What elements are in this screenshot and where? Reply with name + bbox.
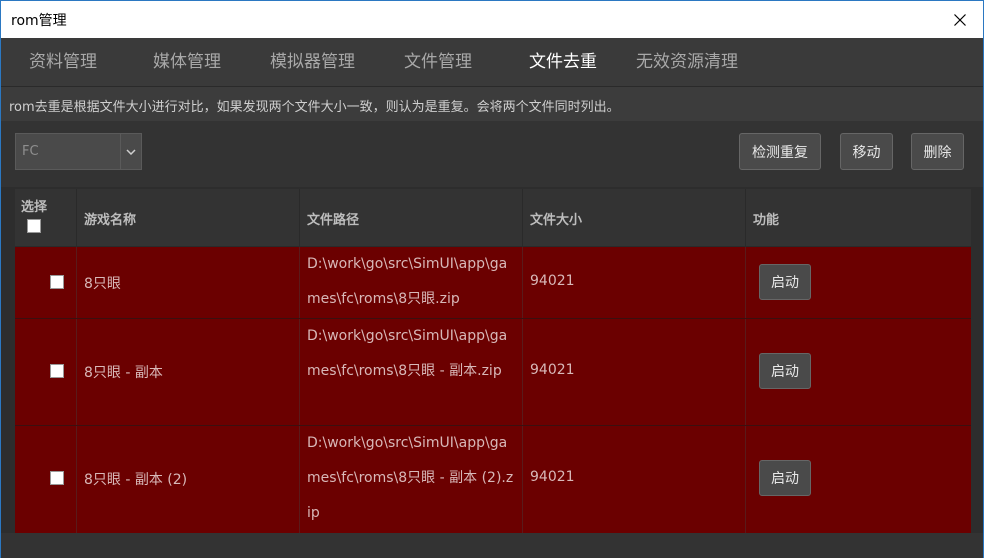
file-path: D:\work\go\src\SimUI\app\games\fc\roms\8… xyxy=(307,256,508,307)
table-row: 8只眼 - 副本 (2) D:\work\go\src\SimUI\app\ga… xyxy=(15,426,971,533)
size-cell: 94021 xyxy=(523,426,746,533)
toolbar: FC 检测重复 移动 删除 xyxy=(1,121,983,187)
launch-button[interactable]: 启动 xyxy=(759,460,811,496)
tab-bar: 资料管理 媒体管理 模拟器管理 文件管理 文件去重 无效资源清理 xyxy=(1,38,983,86)
close-icon xyxy=(954,13,966,26)
chevron-down-icon xyxy=(120,134,141,169)
game-name: 8只眼 xyxy=(84,276,121,292)
platform-select[interactable]: FC xyxy=(15,133,142,170)
size-cell: 94021 xyxy=(523,247,746,318)
game-name: 8只眼 - 副本 xyxy=(84,365,163,381)
path-cell: D:\work\go\src\SimUI\app\games\fc\roms\8… xyxy=(300,247,523,318)
action-cell: 启动 xyxy=(746,247,971,318)
file-size: 94021 xyxy=(530,273,575,289)
table-row: 8只眼 D:\work\go\src\SimUI\app\games\fc\ro… xyxy=(15,247,971,319)
title-bar: rom管理 xyxy=(1,1,983,38)
table-row: 8只眼 - 副本 D:\work\go\src\SimUI\app\games\… xyxy=(15,319,971,426)
table-header: 选择 游戏名称 文件路径 文件大小 功能 xyxy=(15,189,971,247)
launch-button[interactable]: 启动 xyxy=(759,264,811,300)
game-name: 8只眼 - 副本 (2) xyxy=(84,472,188,488)
header-size: 文件大小 xyxy=(523,189,746,247)
tab-media[interactable]: 媒体管理 xyxy=(153,38,221,86)
file-path: D:\work\go\src\SimUI\app\games\fc\roms\8… xyxy=(307,328,508,379)
app-window: rom管理 资料管理 媒体管理 模拟器管理 文件管理 文件去重 无效资源清理 r… xyxy=(0,0,984,558)
path-cell: D:\work\go\src\SimUI\app\games\fc\roms\8… xyxy=(300,426,523,533)
action-cell: 启动 xyxy=(746,319,971,425)
name-cell: 8只眼 - 副本 xyxy=(77,319,300,425)
select-cell xyxy=(15,426,77,533)
header-select: 选择 xyxy=(15,189,77,247)
header-action: 功能 xyxy=(753,213,780,228)
bottom-strip xyxy=(1,533,983,558)
duplicates-table: 选择 游戏名称 文件路径 文件大小 功能 8只眼 D:\work\go\src\… xyxy=(15,189,971,533)
tab-metadata[interactable]: 资料管理 xyxy=(29,38,97,86)
description-text: rom去重是根据文件大小进行对比，如果发现两个文件大小一致，则认为是重复。会将两… xyxy=(9,100,620,115)
window-title: rom管理 xyxy=(11,13,67,29)
header-name: 游戏名称 xyxy=(77,189,300,247)
file-size: 94021 xyxy=(530,362,575,378)
close-button[interactable] xyxy=(937,1,983,38)
header-path: 文件路径 xyxy=(300,189,523,247)
name-cell: 8只眼 xyxy=(77,247,300,318)
file-size: 94021 xyxy=(530,469,575,485)
tab-dedupe[interactable]: 文件去重 xyxy=(529,38,597,86)
path-cell: D:\work\go\src\SimUI\app\games\fc\roms\8… xyxy=(300,319,523,425)
file-path: D:\work\go\src\SimUI\app\games\fc\roms\8… xyxy=(307,435,514,521)
tab-cleanup[interactable]: 无效资源清理 xyxy=(636,38,738,86)
launch-button[interactable]: 启动 xyxy=(759,353,811,389)
row-checkbox[interactable] xyxy=(50,364,64,378)
platform-selected-value: FC xyxy=(22,144,39,159)
name-cell: 8只眼 - 副本 (2) xyxy=(77,426,300,533)
select-cell xyxy=(15,319,77,425)
move-button[interactable]: 移动 xyxy=(840,133,893,170)
tab-emulator[interactable]: 模拟器管理 xyxy=(270,38,355,86)
row-checkbox[interactable] xyxy=(50,471,64,485)
size-cell: 94021 xyxy=(523,319,746,425)
detect-duplicates-button[interactable]: 检测重复 xyxy=(739,133,821,170)
delete-button[interactable]: 删除 xyxy=(911,133,964,170)
action-cell: 启动 xyxy=(746,426,971,533)
row-checkbox[interactable] xyxy=(50,275,64,289)
select-cell xyxy=(15,247,77,318)
select-all-checkbox[interactable] xyxy=(27,219,41,233)
tab-files[interactable]: 文件管理 xyxy=(404,38,472,86)
description-bar: rom去重是根据文件大小进行对比，如果发现两个文件大小一致，则认为是重复。会将两… xyxy=(1,86,983,121)
